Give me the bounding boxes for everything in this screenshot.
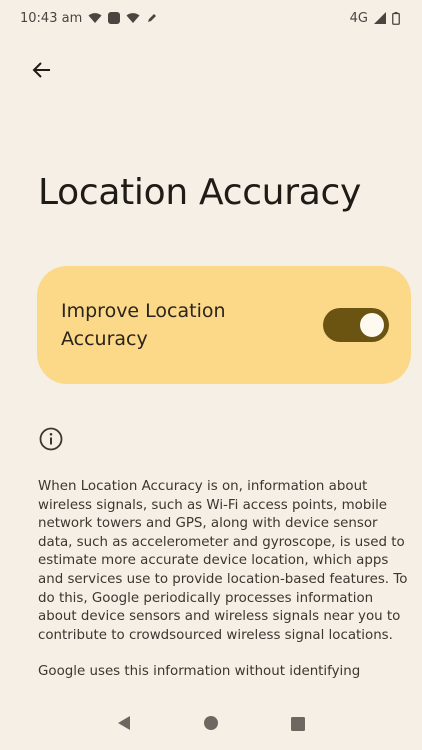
- toggle-label: Improve Location Accuracy: [61, 300, 226, 350]
- location-accuracy-switch[interactable]: [323, 308, 389, 342]
- home-circle-icon: [203, 715, 219, 735]
- arrow-left-icon: [32, 60, 52, 84]
- scroll-fade: [0, 676, 422, 700]
- info-paragraph-1: When Location Accuracy is on, informatio…: [38, 479, 408, 643]
- back-triangle-icon: [117, 715, 131, 735]
- status-bar: 10:43 am 4G: [0, 0, 422, 36]
- app-icon: [108, 12, 121, 24]
- battery-icon: [392, 11, 400, 25]
- network-type: 4G: [349, 10, 368, 26]
- signal-icon: [374, 12, 386, 24]
- info-icon: [38, 426, 64, 452]
- nav-back-button[interactable]: [109, 710, 139, 740]
- status-left: 10:43 am: [20, 11, 158, 26]
- recents-square-icon: [291, 716, 306, 735]
- wifi-icon: [88, 12, 102, 24]
- status-time: 10:43 am: [20, 10, 83, 26]
- navigation-bar: [0, 700, 422, 750]
- back-button[interactable]: [26, 56, 58, 88]
- page-title: Location Accuracy: [38, 172, 361, 213]
- switch-thumb: [360, 313, 384, 337]
- nav-recents-button[interactable]: [283, 710, 313, 740]
- info-description: When Location Accuracy is on, informatio…: [38, 478, 410, 700]
- nav-home-button[interactable]: [196, 710, 226, 740]
- wifi-icon: [126, 12, 140, 24]
- improve-location-accuracy-toggle-row[interactable]: Improve Location Accuracy: [37, 266, 411, 384]
- status-right: 4G: [350, 11, 400, 26]
- edit-icon: [146, 12, 158, 24]
